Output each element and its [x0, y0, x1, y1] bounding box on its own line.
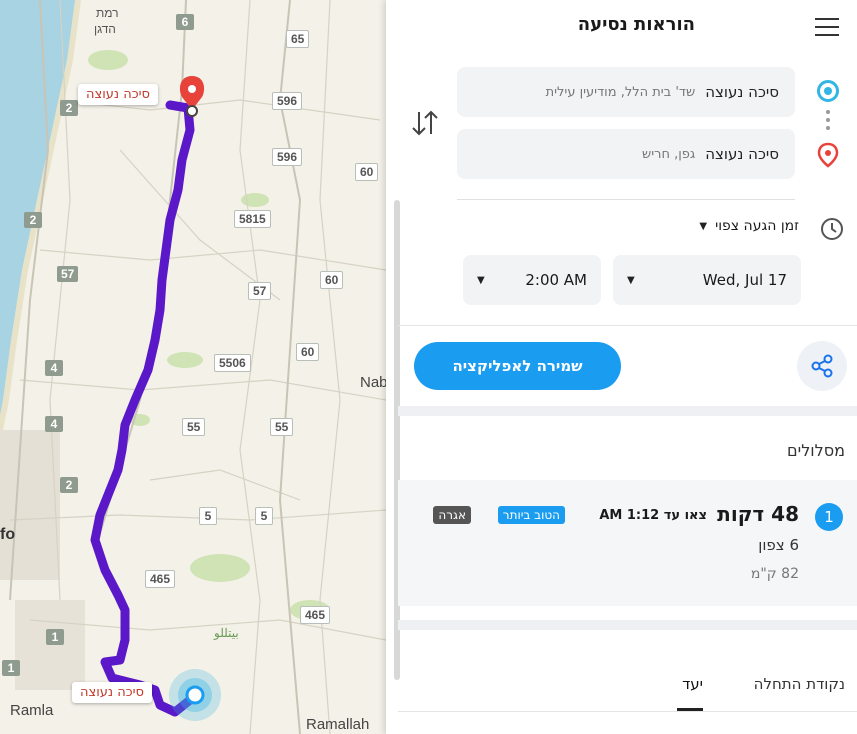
road-shield: 596	[272, 92, 303, 110]
origin-name: סיכה נעוצה	[705, 83, 779, 101]
destination-address: גפן, חריש	[641, 146, 696, 162]
road-shield: 6	[176, 14, 194, 30]
road-shield: 1	[2, 660, 20, 676]
origin-icon	[817, 80, 839, 102]
save-to-app-button[interactable]: שמירה לאפליקציה	[414, 342, 621, 390]
scrollbar[interactable]	[394, 200, 400, 680]
road-shield: 60	[320, 271, 344, 289]
map[interactable]: 6 65 596 596 60 5815 2 57 60 57 5506 60 …	[0, 0, 386, 734]
arrival-label: זמן הגעה צפוי	[715, 218, 799, 234]
road-shield: 55	[182, 418, 206, 436]
clock-icon	[821, 218, 843, 240]
section-separator	[398, 406, 857, 416]
route-via: 6 צפון	[758, 536, 799, 554]
destination-field[interactable]: סיכה נעוצה גפן, חריש	[457, 129, 795, 179]
road-shield: 5	[255, 507, 273, 525]
dots-connector-icon	[826, 110, 830, 134]
tab-start-point[interactable]: נקודת התחלה	[754, 675, 845, 693]
road-shield: 1	[46, 629, 64, 645]
road-shield: 5815	[234, 210, 271, 228]
road-shield: 60	[296, 343, 320, 361]
place-label: Ramla	[10, 702, 54, 719]
route-card[interactable]: 1 48 דקות צאו עד 1:12 AM הטוב ביותר אגרה…	[398, 480, 857, 606]
road-shield: 4	[45, 416, 63, 432]
destination-pin-icon	[817, 142, 839, 168]
tab-destination[interactable]: יעד	[682, 675, 703, 693]
place-label: רמת	[96, 6, 119, 20]
chevron-down-icon: ▼	[477, 274, 485, 286]
road-shield: 57	[57, 266, 79, 282]
routes-header: מסלולים	[787, 441, 845, 460]
road-shield: 2	[24, 212, 42, 228]
route-leave-by: צאו עד 1:12 AM	[599, 508, 707, 523]
road-shield: 4	[45, 360, 63, 376]
road-shield: 60	[355, 163, 379, 181]
chevron-down-icon: ▼	[699, 220, 708, 232]
destination-name: סיכה נעוצה	[705, 145, 779, 163]
divider	[457, 199, 795, 200]
road-shield: 65	[286, 30, 310, 48]
time-value: 2:00 AM	[525, 271, 587, 289]
tab-bar: נקודת התחלה יעד	[398, 665, 857, 711]
place-label: הדגן	[94, 22, 116, 36]
place-label: Ramallah	[306, 716, 370, 733]
menu-icon[interactable]	[815, 18, 839, 38]
place-label: fo	[0, 526, 16, 543]
time-select[interactable]: ▼ 2:00 AM	[463, 255, 601, 305]
chevron-down-icon: ▼	[627, 274, 635, 286]
divider	[398, 711, 857, 712]
toll-badge: אגרה	[433, 506, 471, 524]
route-line	[90, 100, 200, 717]
page-title: הוראות נסיעה	[577, 14, 695, 35]
arrival-type-dropdown[interactable]: זמן הגעה צפוי ▼	[699, 218, 799, 234]
origin-pin-label[interactable]: סיכה נעוצה	[72, 682, 152, 703]
origin-marker-icon	[169, 669, 221, 721]
destination-pin-label[interactable]: סיכה נעוצה	[78, 84, 158, 105]
road-shield: 2	[60, 100, 78, 116]
road-shield: 465	[300, 606, 331, 624]
origin-address: שד' בית הלל, מודיעין עילית	[545, 84, 696, 100]
road-shield: 5	[199, 507, 217, 525]
date-value: Wed, Jul 17	[702, 271, 787, 289]
route-distance: 82 ק"מ	[750, 566, 799, 582]
road-shield: 465	[145, 570, 176, 588]
swap-icon[interactable]	[409, 106, 439, 140]
road-shield: 596	[272, 148, 303, 166]
best-route-badge: הטוב ביותר	[497, 506, 565, 524]
route-number-badge: 1	[815, 503, 843, 531]
share-button[interactable]	[797, 341, 847, 391]
road-shield: 57	[248, 282, 272, 300]
place-label: بيتللو	[214, 626, 239, 640]
road-shield: 5506	[214, 354, 251, 372]
date-select[interactable]: ▼ Wed, Jul 17	[613, 255, 801, 305]
road-shield: 55	[270, 418, 294, 436]
place-label: Nab	[360, 374, 386, 391]
origin-field[interactable]: סיכה נעוצה שד' בית הלל, מודיעין עילית	[457, 67, 795, 117]
directions-panel: הוראות נסיעה סיכה נעוצה שד' בית הלל, מוד…	[386, 0, 857, 734]
divider	[398, 325, 857, 326]
share-icon	[811, 354, 833, 378]
route-duration: 48 דקות	[717, 502, 799, 526]
section-separator	[398, 620, 857, 630]
road-shield: 2	[60, 477, 78, 493]
